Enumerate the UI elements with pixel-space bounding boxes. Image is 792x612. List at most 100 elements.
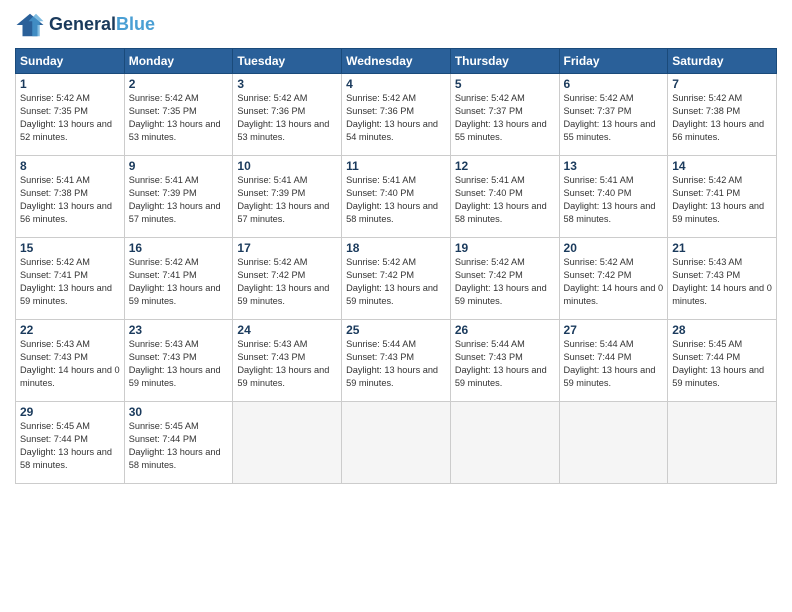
calendar-cell: 18 Sunrise: 5:42 AMSunset: 7:42 PMDaylig… bbox=[342, 238, 451, 320]
day-number: 7 bbox=[672, 77, 772, 91]
day-info: Sunrise: 5:42 AMSunset: 7:37 PMDaylight:… bbox=[564, 92, 664, 144]
calendar-cell: 8 Sunrise: 5:41 AMSunset: 7:38 PMDayligh… bbox=[16, 156, 125, 238]
calendar-cell bbox=[559, 402, 668, 484]
calendar-cell: 9 Sunrise: 5:41 AMSunset: 7:39 PMDayligh… bbox=[124, 156, 233, 238]
day-number: 15 bbox=[20, 241, 120, 255]
calendar: SundayMondayTuesdayWednesdayThursdayFrid… bbox=[15, 48, 777, 484]
day-info: Sunrise: 5:44 AMSunset: 7:43 PMDaylight:… bbox=[346, 338, 446, 390]
calendar-cell bbox=[668, 402, 777, 484]
calendar-cell: 21 Sunrise: 5:43 AMSunset: 7:43 PMDaylig… bbox=[668, 238, 777, 320]
day-number: 11 bbox=[346, 159, 446, 173]
day-info: Sunrise: 5:42 AMSunset: 7:42 PMDaylight:… bbox=[455, 256, 555, 308]
calendar-cell: 3 Sunrise: 5:42 AMSunset: 7:36 PMDayligh… bbox=[233, 74, 342, 156]
calendar-cell: 7 Sunrise: 5:42 AMSunset: 7:38 PMDayligh… bbox=[668, 74, 777, 156]
weekday-header: Friday bbox=[559, 49, 668, 74]
weekday-header: Tuesday bbox=[233, 49, 342, 74]
calendar-cell: 10 Sunrise: 5:41 AMSunset: 7:39 PMDaylig… bbox=[233, 156, 342, 238]
day-number: 9 bbox=[129, 159, 229, 173]
day-number: 18 bbox=[346, 241, 446, 255]
weekday-header: Monday bbox=[124, 49, 233, 74]
day-info: Sunrise: 5:42 AMSunset: 7:38 PMDaylight:… bbox=[672, 92, 772, 144]
day-number: 4 bbox=[346, 77, 446, 91]
calendar-cell: 12 Sunrise: 5:41 AMSunset: 7:40 PMDaylig… bbox=[450, 156, 559, 238]
day-info: Sunrise: 5:43 AMSunset: 7:43 PMDaylight:… bbox=[20, 338, 120, 390]
day-info: Sunrise: 5:44 AMSunset: 7:44 PMDaylight:… bbox=[564, 338, 664, 390]
day-number: 16 bbox=[129, 241, 229, 255]
day-info: Sunrise: 5:41 AMSunset: 7:40 PMDaylight:… bbox=[564, 174, 664, 226]
calendar-cell: 13 Sunrise: 5:41 AMSunset: 7:40 PMDaylig… bbox=[559, 156, 668, 238]
day-number: 30 bbox=[129, 405, 229, 419]
day-number: 8 bbox=[20, 159, 120, 173]
day-info: Sunrise: 5:43 AMSunset: 7:43 PMDaylight:… bbox=[129, 338, 229, 390]
day-info: Sunrise: 5:42 AMSunset: 7:41 PMDaylight:… bbox=[20, 256, 120, 308]
calendar-cell: 25 Sunrise: 5:44 AMSunset: 7:43 PMDaylig… bbox=[342, 320, 451, 402]
calendar-cell: 17 Sunrise: 5:42 AMSunset: 7:42 PMDaylig… bbox=[233, 238, 342, 320]
calendar-cell: 4 Sunrise: 5:42 AMSunset: 7:36 PMDayligh… bbox=[342, 74, 451, 156]
calendar-cell: 24 Sunrise: 5:43 AMSunset: 7:43 PMDaylig… bbox=[233, 320, 342, 402]
calendar-cell: 26 Sunrise: 5:44 AMSunset: 7:43 PMDaylig… bbox=[450, 320, 559, 402]
day-info: Sunrise: 5:44 AMSunset: 7:43 PMDaylight:… bbox=[455, 338, 555, 390]
day-info: Sunrise: 5:42 AMSunset: 7:42 PMDaylight:… bbox=[237, 256, 337, 308]
calendar-cell: 22 Sunrise: 5:43 AMSunset: 7:43 PMDaylig… bbox=[16, 320, 125, 402]
day-info: Sunrise: 5:42 AMSunset: 7:35 PMDaylight:… bbox=[20, 92, 120, 144]
day-info: Sunrise: 5:45 AMSunset: 7:44 PMDaylight:… bbox=[129, 420, 229, 472]
calendar-cell: 16 Sunrise: 5:42 AMSunset: 7:41 PMDaylig… bbox=[124, 238, 233, 320]
day-number: 21 bbox=[672, 241, 772, 255]
calendar-cell: 30 Sunrise: 5:45 AMSunset: 7:44 PMDaylig… bbox=[124, 402, 233, 484]
day-number: 10 bbox=[237, 159, 337, 173]
calendar-cell: 28 Sunrise: 5:45 AMSunset: 7:44 PMDaylig… bbox=[668, 320, 777, 402]
day-number: 29 bbox=[20, 405, 120, 419]
calendar-cell: 5 Sunrise: 5:42 AMSunset: 7:37 PMDayligh… bbox=[450, 74, 559, 156]
logo-text: GeneralBlue bbox=[49, 15, 155, 35]
day-number: 3 bbox=[237, 77, 337, 91]
day-info: Sunrise: 5:41 AMSunset: 7:39 PMDaylight:… bbox=[237, 174, 337, 226]
calendar-cell: 2 Sunrise: 5:42 AMSunset: 7:35 PMDayligh… bbox=[124, 74, 233, 156]
day-info: Sunrise: 5:45 AMSunset: 7:44 PMDaylight:… bbox=[672, 338, 772, 390]
day-info: Sunrise: 5:42 AMSunset: 7:41 PMDaylight:… bbox=[129, 256, 229, 308]
day-number: 12 bbox=[455, 159, 555, 173]
weekday-header: Thursday bbox=[450, 49, 559, 74]
day-info: Sunrise: 5:42 AMSunset: 7:36 PMDaylight:… bbox=[346, 92, 446, 144]
day-info: Sunrise: 5:41 AMSunset: 7:40 PMDaylight:… bbox=[346, 174, 446, 226]
page: GeneralBlue SundayMondayTuesdayWednesday… bbox=[0, 0, 792, 612]
calendar-cell: 23 Sunrise: 5:43 AMSunset: 7:43 PMDaylig… bbox=[124, 320, 233, 402]
day-number: 26 bbox=[455, 323, 555, 337]
header: GeneralBlue bbox=[15, 10, 777, 40]
weekday-header: Sunday bbox=[16, 49, 125, 74]
day-number: 19 bbox=[455, 241, 555, 255]
day-number: 6 bbox=[564, 77, 664, 91]
calendar-cell: 1 Sunrise: 5:42 AMSunset: 7:35 PMDayligh… bbox=[16, 74, 125, 156]
calendar-cell: 29 Sunrise: 5:45 AMSunset: 7:44 PMDaylig… bbox=[16, 402, 125, 484]
calendar-cell: 14 Sunrise: 5:42 AMSunset: 7:41 PMDaylig… bbox=[668, 156, 777, 238]
day-info: Sunrise: 5:42 AMSunset: 7:35 PMDaylight:… bbox=[129, 92, 229, 144]
day-number: 27 bbox=[564, 323, 664, 337]
day-number: 28 bbox=[672, 323, 772, 337]
calendar-cell: 19 Sunrise: 5:42 AMSunset: 7:42 PMDaylig… bbox=[450, 238, 559, 320]
day-number: 25 bbox=[346, 323, 446, 337]
calendar-cell bbox=[342, 402, 451, 484]
day-number: 22 bbox=[20, 323, 120, 337]
day-number: 20 bbox=[564, 241, 664, 255]
day-info: Sunrise: 5:43 AMSunset: 7:43 PMDaylight:… bbox=[672, 256, 772, 308]
calendar-cell bbox=[233, 402, 342, 484]
calendar-cell: 11 Sunrise: 5:41 AMSunset: 7:40 PMDaylig… bbox=[342, 156, 451, 238]
day-info: Sunrise: 5:41 AMSunset: 7:40 PMDaylight:… bbox=[455, 174, 555, 226]
day-number: 2 bbox=[129, 77, 229, 91]
day-number: 13 bbox=[564, 159, 664, 173]
day-number: 24 bbox=[237, 323, 337, 337]
day-info: Sunrise: 5:41 AMSunset: 7:38 PMDaylight:… bbox=[20, 174, 120, 226]
day-number: 23 bbox=[129, 323, 229, 337]
weekday-header: Wednesday bbox=[342, 49, 451, 74]
day-number: 1 bbox=[20, 77, 120, 91]
calendar-cell bbox=[450, 402, 559, 484]
day-info: Sunrise: 5:45 AMSunset: 7:44 PMDaylight:… bbox=[20, 420, 120, 472]
day-info: Sunrise: 5:42 AMSunset: 7:36 PMDaylight:… bbox=[237, 92, 337, 144]
day-info: Sunrise: 5:42 AMSunset: 7:41 PMDaylight:… bbox=[672, 174, 772, 226]
day-info: Sunrise: 5:42 AMSunset: 7:42 PMDaylight:… bbox=[346, 256, 446, 308]
day-info: Sunrise: 5:43 AMSunset: 7:43 PMDaylight:… bbox=[237, 338, 337, 390]
calendar-cell: 15 Sunrise: 5:42 AMSunset: 7:41 PMDaylig… bbox=[16, 238, 125, 320]
calendar-cell: 6 Sunrise: 5:42 AMSunset: 7:37 PMDayligh… bbox=[559, 74, 668, 156]
day-info: Sunrise: 5:42 AMSunset: 7:42 PMDaylight:… bbox=[564, 256, 664, 308]
day-info: Sunrise: 5:41 AMSunset: 7:39 PMDaylight:… bbox=[129, 174, 229, 226]
day-info: Sunrise: 5:42 AMSunset: 7:37 PMDaylight:… bbox=[455, 92, 555, 144]
